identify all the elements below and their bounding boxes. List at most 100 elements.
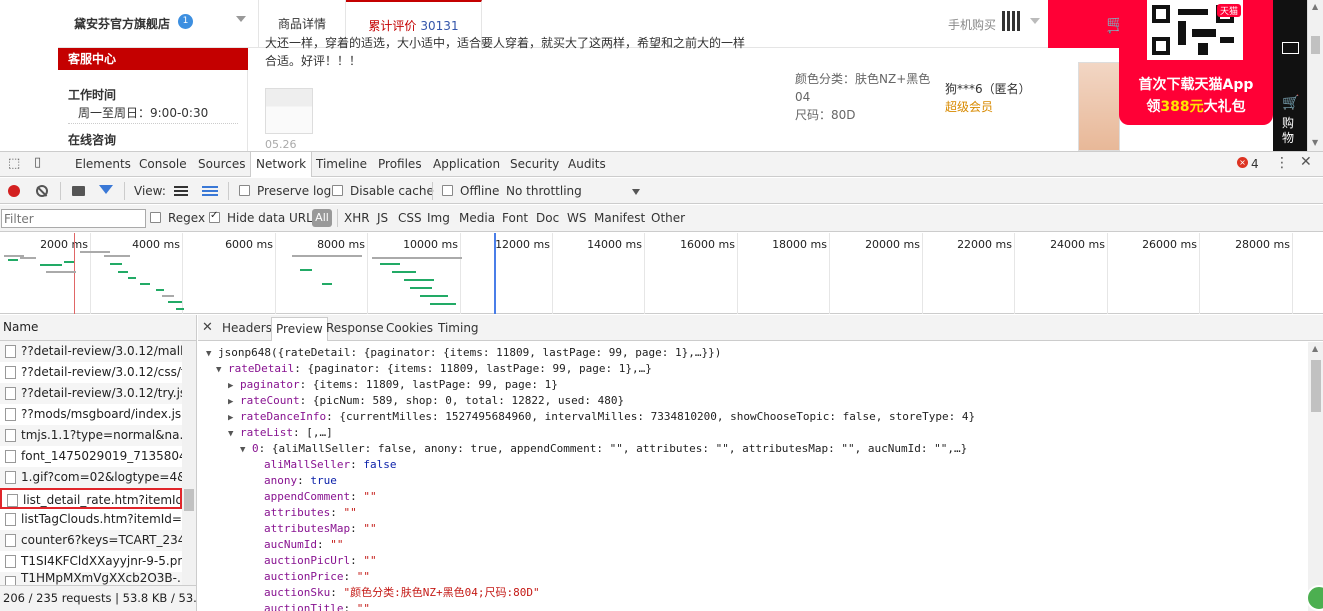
- app-download-promo[interactable]: 天猫 首次下载天猫App 领388元大礼包: [1119, 0, 1273, 125]
- scroll-thumb[interactable]: [184, 489, 194, 511]
- review-photo-thumbnail[interactable]: [265, 88, 313, 134]
- tab-elements[interactable]: Elements: [75, 157, 131, 171]
- filter-type-all[interactable]: All: [312, 209, 332, 227]
- expand-triangle-icon[interactable]: ▶: [228, 378, 240, 394]
- tab-preview[interactable]: Preview: [271, 317, 328, 341]
- request-row[interactable]: 1.gif?com=02&logtype=4&...: [0, 467, 182, 488]
- request-row[interactable]: ??detail-review/3.0.12/css/tr...: [0, 362, 182, 383]
- tab-console[interactable]: Console: [139, 157, 187, 171]
- clear-icon[interactable]: [36, 185, 48, 197]
- capture-screenshots-icon[interactable]: [72, 186, 85, 196]
- json-node[interactable]: ▼ rateDetail: {paginator: {items: 11809, …: [216, 361, 652, 377]
- request-list-scrollbar[interactable]: [182, 341, 196, 585]
- tab-timeline[interactable]: Timeline: [316, 157, 367, 171]
- record-icon[interactable]: [8, 185, 20, 197]
- request-row[interactable]: T1SI4KFCldXXayyjnr-9-5.png: [0, 551, 182, 572]
- regex-label[interactable]: Regex: [168, 211, 205, 225]
- expand-triangle-icon[interactable]: ▶: [228, 394, 240, 410]
- filter-type-manifest[interactable]: Manifest: [594, 211, 645, 225]
- preserve-log-label[interactable]: Preserve log: [257, 184, 331, 198]
- waterfall-view-icon[interactable]: [202, 186, 218, 196]
- disable-cache-checkbox[interactable]: [332, 185, 343, 196]
- json-node[interactable]: ▶ paginator: {items: 11809, lastPage: 99,…: [228, 377, 558, 393]
- tab-security[interactable]: Security: [510, 157, 559, 171]
- tab-network[interactable]: Network: [250, 152, 313, 177]
- expand-triangle-icon[interactable]: ▶: [228, 410, 240, 426]
- throttling-select[interactable]: No throttling: [506, 184, 582, 198]
- filter-type-css[interactable]: CSS: [398, 211, 422, 225]
- request-row[interactable]: ??detail-review/3.0.12/mallp...: [0, 341, 182, 362]
- more-menu-icon[interactable]: ⋮: [1275, 155, 1289, 171]
- scroll-up-icon[interactable]: ▲: [1312, 2, 1318, 11]
- chevron-down-icon[interactable]: [632, 189, 640, 195]
- offline-checkbox[interactable]: [442, 185, 453, 196]
- page-scrollbar[interactable]: ▲ ▼: [1307, 0, 1323, 151]
- hide-data-urls-checkbox[interactable]: [209, 210, 220, 223]
- name-column-header[interactable]: Name: [0, 315, 196, 341]
- request-row[interactable]: T1HMpMXmVgXXcb2O3B-...: [0, 572, 182, 585]
- json-node[interactable]: ▼ rateList: [,…]: [228, 425, 333, 441]
- disable-cache-label[interactable]: Disable cache: [350, 184, 434, 198]
- request-row[interactable]: font_1475029019_7135804.w...: [0, 446, 182, 467]
- request-row[interactable]: tmjs.1.1?type=normal&na...: [0, 425, 182, 446]
- regex-checkbox[interactable]: [150, 212, 161, 223]
- tab-cookies[interactable]: Cookies: [386, 321, 433, 335]
- filter-type-xhr[interactable]: XHR: [344, 211, 370, 225]
- list-view-icon[interactable]: [174, 186, 188, 196]
- collapse-triangle-icon[interactable]: ▼: [216, 362, 228, 378]
- network-overview[interactable]: 2000 ms 4000 ms 6000 ms 8000 ms 10000 ms…: [0, 233, 1323, 314]
- close-icon[interactable]: ✕: [202, 320, 213, 335]
- json-node[interactable]: ▶ rateDanceInfo: {currentMilles: 15274956…: [228, 409, 975, 425]
- qr-code-icon[interactable]: [1002, 11, 1022, 31]
- filter-type-other[interactable]: Other: [651, 211, 685, 225]
- request-row[interactable]: listTagClouds.htm?itemId=...: [0, 509, 182, 530]
- tab-application[interactable]: Application: [433, 157, 500, 171]
- product-thumbnail[interactable]: [1078, 62, 1120, 151]
- mobile-buy-link[interactable]: 手机购买: [948, 16, 996, 33]
- filter-type-doc[interactable]: Doc: [536, 211, 559, 225]
- mail-icon[interactable]: [1282, 42, 1299, 54]
- cart-label[interactable]: 购物: [1282, 116, 1298, 146]
- filter-type-font[interactable]: Font: [502, 211, 528, 225]
- request-row[interactable]: ??mods/msgboard/index.js,...: [0, 404, 182, 425]
- scroll-thumb[interactable]: [1311, 36, 1320, 54]
- close-icon[interactable]: ✕: [1300, 154, 1312, 170]
- chevron-down-icon[interactable]: [236, 16, 246, 22]
- tab-headers[interactable]: Headers: [222, 321, 272, 335]
- collapse-triangle-icon[interactable]: ▼: [228, 426, 240, 442]
- filter-type-ws[interactable]: WS: [567, 211, 586, 225]
- preview-scrollbar[interactable]: ▲: [1308, 342, 1323, 611]
- scroll-down-icon[interactable]: ▼: [1312, 138, 1318, 147]
- tab-sources[interactable]: Sources: [198, 157, 245, 171]
- json-node[interactable]: ▶ rateCount: {picNum: 589, shop: 0, total…: [228, 393, 624, 409]
- scroll-up-icon[interactable]: ▲: [1312, 344, 1318, 353]
- preserve-log-checkbox[interactable]: [239, 185, 250, 196]
- json-node[interactable]: ▼ 0: {aliMallSeller: false, anony: true, …: [240, 441, 967, 457]
- store-name[interactable]: 黛安芬官方旗舰店: [74, 15, 170, 32]
- inspect-icon[interactable]: ⬚: [8, 156, 20, 171]
- filter-input[interactable]: [1, 209, 146, 228]
- request-row-selected[interactable]: list_detail_rate.htm?itemId=...: [0, 488, 182, 509]
- tab-profiles[interactable]: Profiles: [378, 157, 422, 171]
- filter-type-media[interactable]: Media: [459, 211, 495, 225]
- request-row[interactable]: ??detail-review/3.0.12/try.js,...: [0, 383, 182, 404]
- device-mode-icon[interactable]: ▯: [34, 155, 41, 170]
- collapse-triangle-icon[interactable]: ▼: [240, 442, 252, 458]
- request-row[interactable]: counter6?keys=TCART_234_...: [0, 530, 182, 551]
- collapse-triangle-icon[interactable]: ▼: [206, 346, 218, 362]
- hide-data-urls-label[interactable]: Hide data URLs: [227, 211, 319, 225]
- tab-timing[interactable]: Timing: [438, 321, 479, 335]
- tab-audits[interactable]: Audits: [568, 157, 606, 171]
- cart-icon[interactable]: 🛒: [1282, 95, 1299, 111]
- filter-type-img[interactable]: Img: [427, 211, 450, 225]
- error-count[interactable]: 4: [1251, 157, 1259, 171]
- error-icon[interactable]: ×: [1237, 157, 1248, 168]
- json-root[interactable]: ▼ jsonp648({rateDetail: {paginator: {item…: [206, 345, 721, 361]
- scroll-thumb[interactable]: [1311, 360, 1321, 412]
- tab-response[interactable]: Response: [326, 321, 384, 335]
- timeline-cursor[interactable]: [494, 233, 496, 314]
- offline-label[interactable]: Offline: [460, 184, 499, 198]
- filter-icon[interactable]: [99, 185, 113, 194]
- chevron-down-icon[interactable]: [1030, 18, 1040, 24]
- filter-type-js[interactable]: JS: [377, 211, 388, 225]
